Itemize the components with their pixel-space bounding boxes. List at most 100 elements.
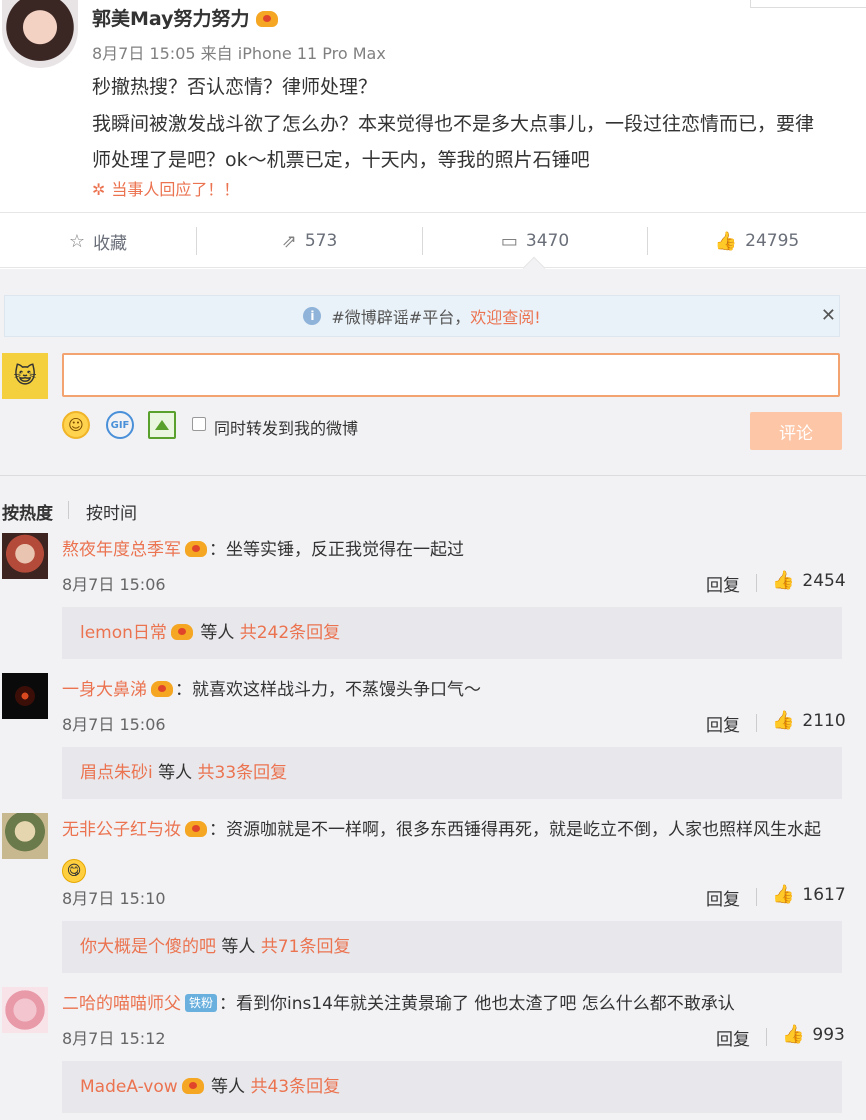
post-topic-text[interactable]: 当事人回应了！！ bbox=[111, 180, 239, 199]
reply-total-link[interactable]: 共33条回复 bbox=[198, 763, 288, 783]
corner-frame bbox=[750, 0, 866, 8]
current-user-avatar[interactable]: 😺 bbox=[2, 353, 48, 399]
post-author-name[interactable]: 郭美May努力努力 bbox=[92, 8, 250, 30]
comment-like-count: 2110 bbox=[802, 710, 846, 731]
reply-mid-text: 等人 bbox=[158, 763, 193, 783]
comment-avatar[interactable] bbox=[2, 813, 48, 859]
comment-time[interactable]: 8月7日 15:10 bbox=[62, 885, 166, 909]
reply-username[interactable]: 你大概是个傻的吧 bbox=[80, 937, 216, 957]
comment-avatar[interactable] bbox=[2, 673, 48, 719]
emoji-icon[interactable]: ☺ bbox=[62, 411, 90, 439]
share-icon: ⇗ bbox=[281, 230, 297, 252]
comment-username[interactable]: 熬夜年度总季军 bbox=[62, 540, 181, 560]
repost-checkbox-label: 同时转发到我的微博 bbox=[214, 419, 359, 438]
fan-badge: 铁粉 bbox=[185, 994, 218, 1012]
reply-username[interactable]: 眉点朱砂i bbox=[80, 763, 153, 783]
comment-username[interactable]: 无非公子红与妆 bbox=[62, 820, 181, 840]
reply-summary[interactable]: 眉点朱砂i 等人 共33条回复 bbox=[62, 747, 842, 799]
comment-like-button[interactable]: 👍 1617 bbox=[772, 884, 846, 905]
member-badge-icon bbox=[185, 821, 207, 837]
notice-text: #微博辟谣#平台， bbox=[331, 308, 471, 327]
reply-mid-text: 等人 bbox=[200, 623, 235, 643]
member-badge-icon bbox=[151, 681, 173, 697]
comment-text-line: 熬夜年度总季军 ：坐等实锤，反正我觉得在一起过 bbox=[62, 533, 842, 567]
reply-button[interactable]: 回复 bbox=[706, 571, 740, 596]
close-icon[interactable]: ✕ bbox=[821, 305, 836, 326]
notice-link[interactable]: 欢迎查阅! bbox=[470, 304, 540, 328]
topic-icon: ✲ bbox=[92, 180, 106, 199]
post-source: 来自 iPhone 11 Pro Max bbox=[200, 44, 386, 63]
comment-divider bbox=[756, 574, 757, 592]
thumbs-up-icon: 👍 bbox=[714, 230, 738, 252]
comment-divider bbox=[766, 1028, 767, 1046]
author-avatar[interactable] bbox=[2, 0, 78, 68]
comment-like-button[interactable]: 👍 2110 bbox=[772, 710, 846, 731]
reply-button[interactable]: 回复 bbox=[706, 711, 740, 736]
comment-time[interactable]: 8月7日 15:06 bbox=[62, 711, 166, 735]
comment-text: ：就喜欢这样战斗力，不蒸馒头争口气～ bbox=[175, 680, 481, 700]
like-count: 24795 bbox=[745, 231, 800, 251]
thumbs-up-icon: 👍 bbox=[782, 1024, 805, 1045]
comment-text-line: 二哈的喵喵师父 铁粉 ：看到你ins14年就关注黄景瑜了 他也太渣了吧 怎么什么都不… bbox=[62, 987, 842, 1021]
repost-button[interactable]: ⇗ 573 bbox=[197, 213, 422, 269]
reply-total-link[interactable]: 共43条回复 bbox=[250, 1077, 340, 1097]
thumbs-up-icon: 👍 bbox=[772, 710, 795, 731]
thumbs-up-icon: 👍 bbox=[772, 570, 795, 591]
reply-username[interactable]: lemon日常 bbox=[80, 623, 167, 643]
rumor-notice-banner: i #微博辟谣#平台， 欢迎查阅! bbox=[4, 295, 840, 337]
comment-divider bbox=[756, 714, 757, 732]
submit-comment-button[interactable]: 评论 bbox=[750, 412, 842, 450]
reply-summary[interactable]: 你大概是个傻的吧 等人 共71条回复 bbox=[62, 921, 842, 973]
post-action-bar: ☆ 收藏 ⇗ 573 ▭ 3470 👍 24795 bbox=[0, 212, 866, 268]
member-badge-icon bbox=[255, 11, 278, 27]
comment-text-line: 无非公子红与妆 ：资源咖就是不一样啊，很多东西锤得再死，就是屹立不倒，人家也照样风… bbox=[62, 813, 842, 883]
reply-mid-text: 等人 bbox=[221, 937, 256, 957]
comment-username[interactable]: 一身大鼻涕 bbox=[62, 680, 147, 700]
yummy-emoji-icon: 😋 bbox=[62, 859, 86, 883]
reply-summary[interactable]: lemon日常 等人 共242条回复 bbox=[62, 607, 842, 659]
comment-like-count: 1617 bbox=[802, 884, 846, 905]
like-button[interactable]: 👍 24795 bbox=[648, 213, 866, 269]
comment-text: ：坐等实锤，反正我觉得在一起过 bbox=[209, 540, 464, 560]
repost-checkbox[interactable] bbox=[192, 417, 206, 431]
comment-avatar[interactable] bbox=[2, 987, 48, 1033]
comment-divider bbox=[756, 888, 757, 906]
comment-section: i #微博辟谣#平台， 欢迎查阅! ✕ 😺 ☺ GIF 同时转发到我的微博 评论 … bbox=[0, 269, 866, 1120]
comment-avatar[interactable] bbox=[2, 533, 48, 579]
comment-text: ：看到你ins14年就关注黄景瑜了 他也太渣了吧 怎么什么都不敢承认 bbox=[219, 994, 735, 1014]
sort-by-hot-tab[interactable]: 按热度 bbox=[2, 499, 53, 524]
post-author[interactable]: 郭美May努力努力 bbox=[92, 4, 278, 31]
comment-text: ：资源咖就是不一样啊，很多东西锤得再死，就是屹立不倒，人家也照样风生水起 bbox=[209, 820, 821, 840]
sort-by-time-tab[interactable]: 按时间 bbox=[86, 499, 137, 524]
reply-button[interactable]: 回复 bbox=[716, 1025, 750, 1050]
reply-total-link[interactable]: 共242条回复 bbox=[240, 623, 340, 643]
comment-like-count: 2454 bbox=[802, 570, 846, 591]
favorite-button[interactable]: ☆ 收藏 bbox=[0, 213, 196, 269]
comment-time[interactable]: 8月7日 15:12 bbox=[62, 1025, 166, 1049]
comment-like-button[interactable]: 👍 2454 bbox=[772, 570, 846, 591]
post-text-line1: 秒撤热搜？否认恋情？律师处理？ bbox=[92, 76, 378, 98]
thumbs-up-icon: 👍 bbox=[772, 884, 795, 905]
reply-button[interactable]: 回复 bbox=[706, 885, 740, 910]
comment-like-count: 993 bbox=[812, 1024, 845, 1045]
reply-mid-text: 等人 bbox=[211, 1077, 246, 1097]
member-badge-icon bbox=[185, 541, 207, 557]
weibo-post-page: 郭美May努力努力 8月7日 15:05 来自 iPhone 11 Pro Ma… bbox=[0, 0, 866, 1120]
comment-like-button[interactable]: 👍 993 bbox=[782, 1024, 845, 1045]
reply-summary[interactable]: MadeA-vow 等人 共43条回复 bbox=[62, 1061, 842, 1113]
post-meta: 8月7日 15:05 来自 iPhone 11 Pro Max bbox=[92, 40, 386, 64]
info-icon: i bbox=[303, 307, 322, 325]
comment-text-line: 一身大鼻涕 ：就喜欢这样战斗力，不蒸馒头争口气～ bbox=[62, 673, 842, 707]
comment-time[interactable]: 8月7日 15:06 bbox=[62, 571, 166, 595]
gif-icon[interactable]: GIF bbox=[106, 411, 134, 439]
comment-username[interactable]: 二哈的喵喵师父 bbox=[62, 994, 181, 1014]
comment-input[interactable] bbox=[62, 353, 840, 397]
image-icon[interactable] bbox=[148, 411, 176, 439]
member-badge-icon bbox=[170, 624, 193, 640]
post-date[interactable]: 8月7日 15:05 bbox=[92, 44, 196, 63]
member-badge-icon bbox=[181, 1078, 204, 1094]
reply-total-link[interactable]: 共71条回复 bbox=[261, 937, 351, 957]
post-topic-link[interactable]: ✲ 当事人回应了！！ bbox=[92, 176, 239, 200]
comment-count: 3470 bbox=[525, 231, 570, 251]
reply-username[interactable]: MadeA-vow bbox=[80, 1077, 178, 1097]
